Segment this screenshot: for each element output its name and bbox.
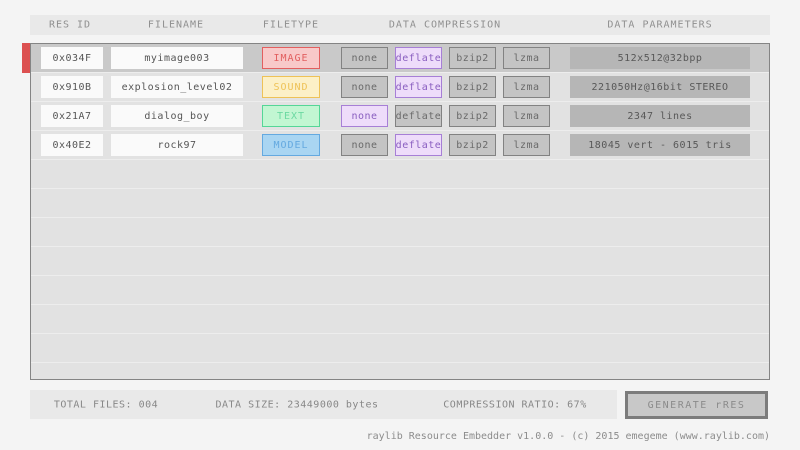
compression-option[interactable]: bzip2 (449, 105, 496, 127)
table-row[interactable]: 0x910B explosion_level02 SOUND none defl… (31, 73, 769, 102)
resource-list: 0x034F myimage003 IMAGE none deflate bzi… (30, 43, 770, 380)
filename-value: rock97 (111, 134, 243, 156)
compression-option[interactable]: deflate (395, 47, 442, 69)
empty-row (31, 247, 769, 276)
table-row[interactable]: 0x034F myimage003 IMAGE none deflate bzi… (31, 44, 769, 73)
compression-option[interactable]: none (341, 76, 388, 98)
table-row[interactable]: 0x21A7 dialog_boy TEXT none deflate bzip… (31, 102, 769, 131)
compression-option[interactable]: deflate (395, 76, 442, 98)
compression-option[interactable]: lzma (503, 134, 550, 156)
total-files-label: TOTAL FILES: 004 (54, 399, 158, 410)
res-id-value: 0x40E2 (41, 134, 103, 156)
filename-value: dialog_boy (111, 105, 243, 127)
data-parameters-value: 2347 lines (570, 105, 750, 127)
column-header-res-id: RES ID (49, 20, 91, 31)
compression-option[interactable]: bzip2 (449, 47, 496, 69)
column-header-filename: FILENAME (148, 20, 204, 31)
empty-row (31, 334, 769, 363)
empty-row (31, 276, 769, 305)
compression-option[interactable]: none (341, 47, 388, 69)
compression-option[interactable]: bzip2 (449, 134, 496, 156)
column-header-filetype: FILETYPE (263, 20, 319, 31)
compression-option[interactable]: none (341, 134, 388, 156)
filename-value: explosion_level02 (111, 76, 243, 98)
res-id-value: 0x034F (41, 47, 103, 69)
empty-row (31, 189, 769, 218)
compression-ratio-label: COMPRESSION RATIO: 67% (443, 399, 586, 410)
filetype-badge: MODEL (262, 134, 320, 156)
compression-option[interactable]: none (341, 105, 388, 127)
resource-embedder-window: RES ID FILENAME FILETYPE DATA COMPRESSIO… (0, 0, 800, 450)
data-parameters-value: 512x512@32bpp (570, 47, 750, 69)
filename-value: myimage003 (111, 47, 243, 69)
filetype-badge: SOUND (262, 76, 320, 98)
compression-option[interactable]: lzma (503, 47, 550, 69)
data-parameters-value: 221050Hz@16bit STEREO (570, 76, 750, 98)
empty-row (31, 363, 769, 380)
table-header: RES ID FILENAME FILETYPE DATA COMPRESSIO… (30, 15, 770, 35)
compression-option[interactable]: bzip2 (449, 76, 496, 98)
column-header-data-compression: DATA COMPRESSION (389, 20, 501, 31)
compression-option[interactable]: deflate (395, 134, 442, 156)
compression-option[interactable]: deflate (395, 105, 442, 127)
empty-row (31, 305, 769, 334)
table-row[interactable]: 0x40E2 rock97 MODEL none deflate bzip2 l… (31, 131, 769, 160)
column-header-data-parameters: DATA PARAMETERS (607, 20, 712, 31)
filetype-badge: IMAGE (262, 47, 320, 69)
data-size-label: DATA SIZE: 23449000 bytes (215, 399, 378, 410)
res-id-value: 0x910B (41, 76, 103, 98)
statusbar-text: raylib Resource Embedder v1.0.0 - (c) 20… (367, 431, 770, 442)
data-parameters-value: 18045 vert - 6015 tris (570, 134, 750, 156)
filetype-badge: TEXT (262, 105, 320, 127)
compression-option[interactable]: lzma (503, 76, 550, 98)
summary-bar: TOTAL FILES: 004 DATA SIZE: 23449000 byt… (30, 390, 617, 419)
empty-row (31, 218, 769, 247)
empty-row (31, 160, 769, 189)
generate-rres-button[interactable]: GENERATE rRES (625, 391, 768, 419)
res-id-value: 0x21A7 (41, 105, 103, 127)
compression-option[interactable]: lzma (503, 105, 550, 127)
